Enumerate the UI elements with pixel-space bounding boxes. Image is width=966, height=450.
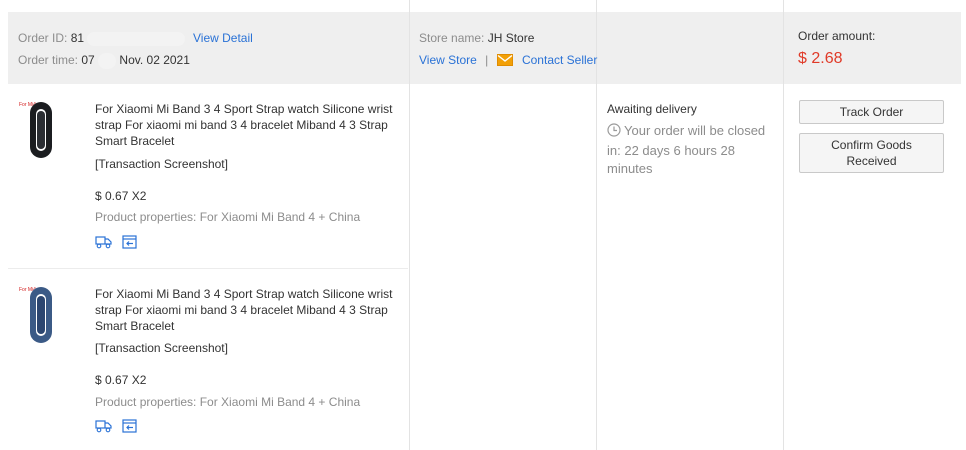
shipping-truck-icon[interactable] — [95, 419, 112, 433]
product-price: $ 0.67 X2 — [95, 373, 147, 387]
back-arrow-box-icon[interactable] — [122, 419, 137, 433]
contact-seller-link[interactable]: Contact Seller — [522, 53, 597, 67]
column-divider — [783, 0, 784, 450]
product-action-icons — [95, 235, 137, 249]
redacted-order-time — [98, 53, 117, 69]
order-amount-value: $ 2.68 — [798, 50, 843, 67]
order-id-label: Order ID: — [18, 31, 68, 45]
order-time-label: Order time: — [18, 53, 79, 68]
status-title: Awaiting delivery — [607, 102, 697, 116]
product-action-icons — [95, 419, 137, 433]
order-id-row: Order ID: 81 — [18, 31, 186, 46]
back-arrow-box-icon[interactable] — [122, 235, 137, 249]
product-image[interactable]: For Mi4 — [18, 99, 78, 159]
order-id-value: 81 — [70, 31, 85, 45]
link-separator: | — [485, 53, 489, 67]
redacted-order-id — [87, 31, 186, 46]
order-amount-label: Order amount: — [798, 29, 876, 43]
product-properties: Product properties: For Xiaomi Mi Band 4… — [95, 210, 361, 224]
view-store-link[interactable]: View Store — [419, 53, 477, 67]
product-divider — [8, 268, 408, 269]
order-time-row: Order time: 07 Nov. 02 2021 — [18, 53, 190, 69]
order-header — [8, 12, 961, 84]
confirm-goods-received-button[interactable]: Confirm Goods Received — [799, 133, 944, 173]
store-links-row: View Store | Contact Seller — [419, 53, 597, 69]
shipping-truck-icon[interactable] — [95, 235, 112, 249]
transaction-screenshot-link[interactable]: [Transaction Screenshot] — [95, 340, 228, 356]
store-name-value: JH Store — [487, 31, 535, 45]
order-time-prefix: 07 — [81, 53, 95, 68]
track-order-button[interactable]: Track Order — [799, 100, 944, 124]
product-price: $ 0.67 X2 — [95, 189, 147, 203]
product-image[interactable]: For Mi4 — [18, 284, 78, 344]
column-divider — [409, 0, 410, 450]
store-name-row: Store name: JH Store — [419, 31, 534, 45]
product-properties: Product properties: For Xiaomi Mi Band 4… — [95, 395, 361, 409]
order-time-date: Nov. 02 2021 — [119, 53, 190, 68]
status-note-row: Your order will be closed in: 22 days 6 … — [607, 122, 777, 178]
status-note: Your order will be closed in: 22 days 6 … — [607, 123, 766, 176]
transaction-screenshot-link[interactable]: [Transaction Screenshot] — [95, 156, 228, 172]
order-status: Awaiting delivery Your order will be clo… — [607, 101, 777, 178]
clock-icon — [607, 123, 621, 142]
product-title[interactable]: For Xiaomi Mi Band 3 4 Sport Strap watch… — [95, 286, 410, 334]
view-detail-link[interactable]: View Detail — [193, 31, 253, 45]
product-title[interactable]: For Xiaomi Mi Band 3 4 Sport Strap watch… — [95, 101, 410, 149]
store-name-label: Store name: — [419, 31, 485, 45]
envelope-icon — [496, 54, 513, 69]
